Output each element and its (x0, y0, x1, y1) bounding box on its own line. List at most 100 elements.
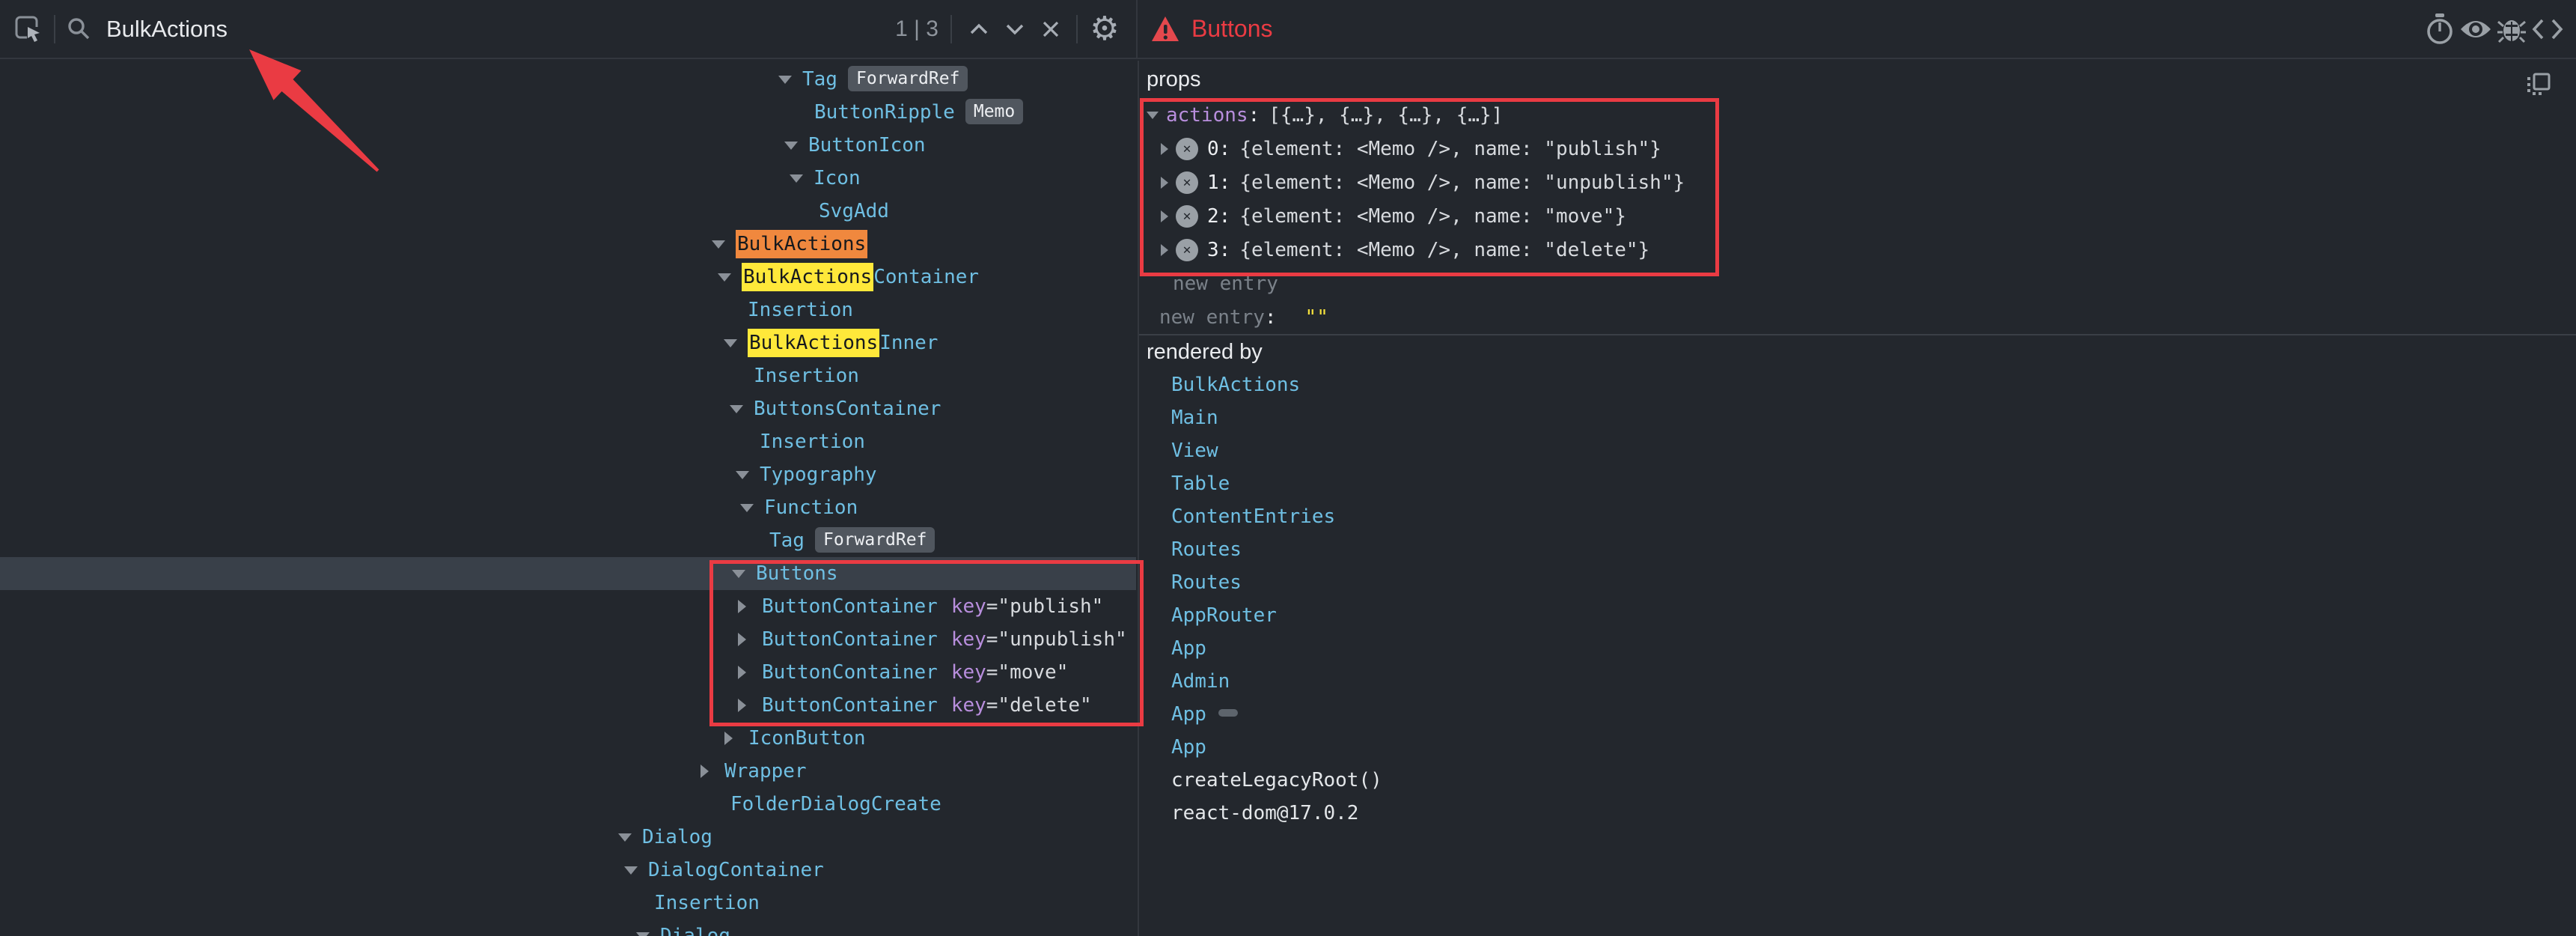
tree-row-buttoncontainer-delete[interactable]: ButtonContainerkey="delete" (0, 689, 1136, 722)
tree-row-wrapper[interactable]: Wrapper (0, 755, 1136, 788)
rendered-by-item-approuter[interactable]: AppRouter (1139, 599, 2576, 632)
rendered-by-list: BulkActionsMainViewTableContentEntriesRo… (1139, 368, 2576, 830)
delete-item-icon[interactable]: ✕ (1176, 171, 1198, 194)
stopwatch-icon (2424, 12, 2456, 46)
expand-arrow-icon[interactable] (738, 600, 746, 613)
component-tree[interactable]: TagForwardRefButtonRippleMemoButtonIconI… (0, 61, 1136, 936)
delete-item-icon[interactable]: ✕ (1176, 239, 1198, 261)
inspect-dom-button[interactable] (2458, 11, 2494, 47)
clear-search-button[interactable] (1033, 11, 1069, 47)
tree-row-buttoncontainer-move[interactable]: ButtonContainerkey="move" (0, 656, 1136, 689)
rendered-by-item-contententries[interactable]: ContentEntries (1139, 500, 2576, 533)
tree-row-dialogcontainer[interactable]: DialogContainer (0, 854, 1136, 887)
array-item-value: {element: <Memo />, name: "delete"} (1239, 239, 1649, 261)
search-match-highlight: BulkActions (748, 329, 879, 357)
expand-arrow-icon[interactable] (1161, 210, 1168, 222)
tree-row-svgadd[interactable]: SvgAdd (0, 195, 1136, 228)
rendered-by-item-react-dom-17-0-2: react-dom@17.0.2 (1139, 797, 2576, 830)
expand-arrow-icon[interactable] (724, 732, 733, 745)
rendered-by-item-bulkactions[interactable]: BulkActions (1139, 368, 2576, 401)
next-match-button[interactable] (997, 11, 1033, 47)
inspect-element-button[interactable] (10, 11, 46, 47)
hoc-badge: ForwardRef (815, 527, 935, 553)
rendered-by-item-admin[interactable]: Admin (1139, 665, 2576, 698)
rendered-by-item-routes[interactable]: Routes (1139, 566, 2576, 599)
collapse-arrow-icon[interactable] (636, 932, 650, 936)
tree-row-dialog[interactable]: Dialog (0, 920, 1136, 936)
expand-arrow-icon[interactable] (738, 633, 746, 646)
tree-row-buttoncontainer-unpublish[interactable]: ButtonContainerkey="unpublish" (0, 623, 1136, 656)
tree-row-insertion[interactable]: Insertion (0, 294, 1136, 326)
chevron-down-icon (1004, 22, 1026, 37)
collapse-arrow-icon[interactable] (784, 142, 798, 150)
tree-row-folderdialogcreate[interactable]: FolderDialogCreate (0, 788, 1136, 821)
collapse-arrow-icon[interactable] (736, 471, 749, 479)
owner-name: react-dom@17.0.2 (1171, 802, 1358, 824)
expand-arrow-icon[interactable] (1161, 143, 1168, 155)
tree-row-tag[interactable]: TagForwardRef (0, 63, 1136, 96)
rendered-by-item-view[interactable]: View (1139, 434, 2576, 467)
component-name: Insertion (654, 892, 760, 914)
tree-row-function[interactable]: Function (0, 491, 1136, 524)
collapse-arrow-icon[interactable] (712, 240, 725, 249)
expand-arrow-icon[interactable] (1161, 244, 1168, 256)
tree-row-icon[interactable]: Icon (0, 162, 1136, 195)
collapse-arrow-icon[interactable] (718, 273, 731, 282)
tree-row-buttons[interactable]: Buttons (0, 557, 1136, 590)
expand-arrow-icon[interactable] (1161, 177, 1168, 189)
tree-row-insertion[interactable]: Insertion (0, 425, 1136, 458)
rendered-by-item-main[interactable]: Main (1139, 401, 2576, 434)
array-item-row-2: ✕2:{element: <Memo />, name: "move"} (1139, 199, 2576, 233)
rendered-by-item-table[interactable]: Table (1139, 467, 2576, 500)
collapse-arrow-icon[interactable] (732, 570, 745, 578)
tree-row-insertion[interactable]: Insertion (0, 887, 1136, 920)
collapse-arrow-icon[interactable] (1147, 112, 1159, 119)
tree-row-bulkactionscontainer[interactable]: BulkActionsContainer (0, 261, 1136, 294)
collapse-arrow-icon[interactable] (724, 339, 737, 347)
copy-icon[interactable] (2524, 70, 2554, 100)
tree-row-insertion[interactable]: Insertion (0, 359, 1136, 392)
search-input[interactable] (105, 15, 751, 43)
debug-log-button[interactable] (2494, 11, 2530, 47)
expand-arrow-icon[interactable] (738, 699, 746, 712)
previous-match-button[interactable] (961, 11, 997, 47)
expand-arrow-icon[interactable] (738, 666, 746, 679)
component-name: Tag (802, 68, 837, 91)
tree-row-bulkactionsinner[interactable]: BulkActionsInner (0, 326, 1136, 359)
tree-row-buttonicon[interactable]: ButtonIcon (0, 129, 1136, 162)
delete-item-icon[interactable]: ✕ (1176, 138, 1198, 160)
view-source-button[interactable] (2530, 11, 2566, 47)
expand-arrow-icon[interactable] (701, 765, 709, 778)
tree-row-iconbutton[interactable]: IconButton (0, 722, 1136, 755)
owner-name: App (1171, 736, 1206, 759)
collapse-arrow-icon[interactable] (778, 76, 792, 84)
tree-row-buttonscontainer[interactable]: ButtonsContainer (0, 392, 1136, 425)
tree-row-tag[interactable]: TagForwardRef (0, 524, 1136, 557)
search-match-highlight: BulkActions (736, 230, 867, 258)
collapse-arrow-icon[interactable] (790, 174, 803, 183)
new-entry-row[interactable]: new entry:"" (1139, 300, 2576, 334)
search-results-count: 1 | 3 (895, 16, 938, 42)
key-attribute-name: key (951, 628, 986, 651)
tree-row-dialog[interactable]: Dialog (0, 821, 1136, 854)
new-entry-value[interactable]: "" (1305, 306, 1328, 329)
delete-item-icon[interactable]: ✕ (1176, 205, 1198, 228)
rendered-by-item-app[interactable]: App (1139, 731, 2576, 764)
inspected-element-panel: props actions:[{…}, {…}, {…}, {…}]✕0:{el… (1138, 61, 2576, 936)
collapse-arrow-icon[interactable] (730, 405, 743, 413)
search-match-highlight: BulkActions (742, 263, 873, 291)
settings-button[interactable]: ⚙ (1087, 11, 1123, 47)
rendered-by-item-app[interactable]: App (1139, 698, 2576, 731)
collapse-arrow-icon[interactable] (624, 866, 638, 875)
tree-row-typography[interactable]: Typography (0, 458, 1136, 491)
profiler-button[interactable] (2422, 11, 2458, 47)
tree-row-bulkactions[interactable]: BulkActions (0, 228, 1136, 261)
collapse-arrow-icon[interactable] (618, 833, 632, 842)
component-name: Insertion (754, 365, 859, 387)
owner-name: createLegacyRoot() (1171, 769, 1382, 791)
rendered-by-item-routes[interactable]: Routes (1139, 533, 2576, 566)
tree-row-buttonripple[interactable]: ButtonRippleMemo (0, 96, 1136, 129)
collapse-arrow-icon[interactable] (740, 504, 754, 512)
tree-row-buttoncontainer-publish[interactable]: ButtonContainerkey="publish" (0, 590, 1136, 623)
rendered-by-item-app[interactable]: App (1139, 632, 2576, 665)
